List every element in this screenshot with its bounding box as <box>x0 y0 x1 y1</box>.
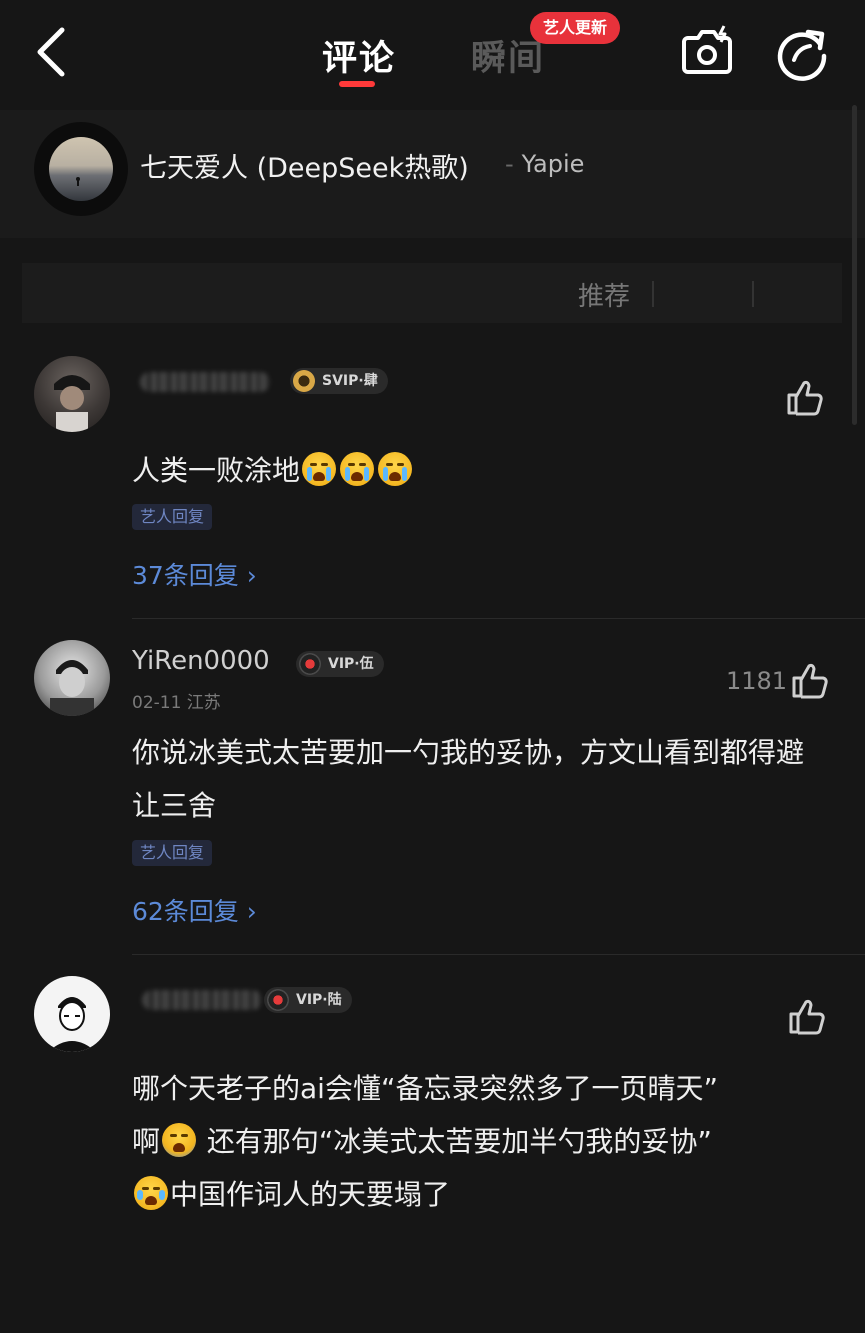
crying-face-icon <box>302 452 337 486</box>
vip-level-label: VIP·伍 <box>328 656 374 672</box>
comment-text: 人类一败涂地 <box>132 444 822 497</box>
thumbs-up-icon[interactable] <box>790 660 830 700</box>
comment-line: 啊 还有那句“冰美式太苦要加半勺我的妥协” <box>132 1115 832 1168</box>
sort-divider <box>652 281 654 307</box>
active-tab-indicator <box>339 81 375 87</box>
laughing-tears-face-icon <box>134 1176 168 1210</box>
vip-medal-icon <box>299 653 321 675</box>
svip-medal-icon <box>293 370 315 392</box>
username[interactable]: YiRen0000 <box>132 646 270 676</box>
divider <box>132 954 865 955</box>
divider <box>132 618 865 619</box>
back-arrow-icon[interactable] <box>30 24 76 80</box>
crying-face-icon <box>378 452 413 486</box>
vip-badge: VIP·陆 <box>264 987 352 1013</box>
user-avatar[interactable] <box>34 976 110 1052</box>
vip-level-label: SVIP·肆 <box>322 373 378 389</box>
sort-bar <box>22 263 842 323</box>
comment-fragment: 啊 <box>132 1125 161 1158</box>
song-title[interactable]: 七天爱人 (DeepSeek热歌) <box>140 146 469 185</box>
username-blurred[interactable] <box>142 990 262 1010</box>
comment-line: 中国作词人的天要塌了 <box>132 1168 832 1221</box>
vip-level-label: VIP·陆 <box>296 992 342 1008</box>
scrollbar[interactable] <box>852 105 857 425</box>
artist-reply-tag: 艺人回复 <box>132 504 213 530</box>
comment-text: 哪个天老子的ai会懂“备忘录突然多了一页晴天” 啊 还有那句“冰美式太苦要加半勺… <box>132 1062 832 1221</box>
vip-medal-icon <box>267 989 289 1011</box>
thumbs-up-icon[interactable] <box>785 377 825 417</box>
comment-text: 你说冰美式太苦要加一勺我的妥协，方文山看到都得避让三舍 <box>132 736 805 822</box>
chevron-right-icon: › <box>246 897 257 926</box>
sort-recommend[interactable]: 推荐 <box>578 276 630 313</box>
thumbs-up-icon[interactable] <box>787 996 827 1036</box>
like-count: 1181 <box>726 667 788 695</box>
artist-update-badge: 艺人更新 <box>530 12 621 44</box>
user-avatar[interactable] <box>34 356 110 432</box>
username-blurred[interactable] <box>140 372 270 392</box>
artist-reply-tag: 艺人回复 <box>132 840 213 866</box>
tab-comments[interactable]: 评论 <box>322 30 396 81</box>
camera-icon[interactable] <box>678 22 736 80</box>
screaming-face-icon <box>162 1123 197 1157</box>
song-artist[interactable]: - Yapie <box>505 150 584 178</box>
comment-line: 哪个天老子的ai会懂“备忘录突然多了一页晴天” <box>132 1072 718 1105</box>
comment-fragment: 还有那句“冰美式太苦要加半勺我的妥协” <box>206 1125 712 1158</box>
comment-date-location: 02-11 江苏 <box>132 693 221 713</box>
replies-count[interactable]: 62条回复 <box>132 897 239 926</box>
user-avatar[interactable] <box>34 640 110 716</box>
album-cover-image <box>49 137 113 201</box>
share-refresh-icon[interactable] <box>772 22 832 82</box>
artist-name[interactable]: Yapie <box>522 150 585 178</box>
crying-face-icon <box>340 452 375 486</box>
vip-badge: VIP·伍 <box>296 651 384 677</box>
comment-body: 人类一败涂地 <box>132 454 301 487</box>
sort-divider <box>752 281 754 307</box>
artist-separator: - <box>505 150 514 178</box>
replies-link[interactable]: 37条回复 › <box>132 556 257 592</box>
chevron-right-icon: › <box>246 561 257 590</box>
replies-link[interactable]: 62条回复 › <box>132 892 257 928</box>
comment-fragment: 中国作词人的天要塌了 <box>170 1178 451 1211</box>
replies-count[interactable]: 37条回复 <box>132 561 239 590</box>
svip-badge: SVIP·肆 <box>290 368 388 394</box>
